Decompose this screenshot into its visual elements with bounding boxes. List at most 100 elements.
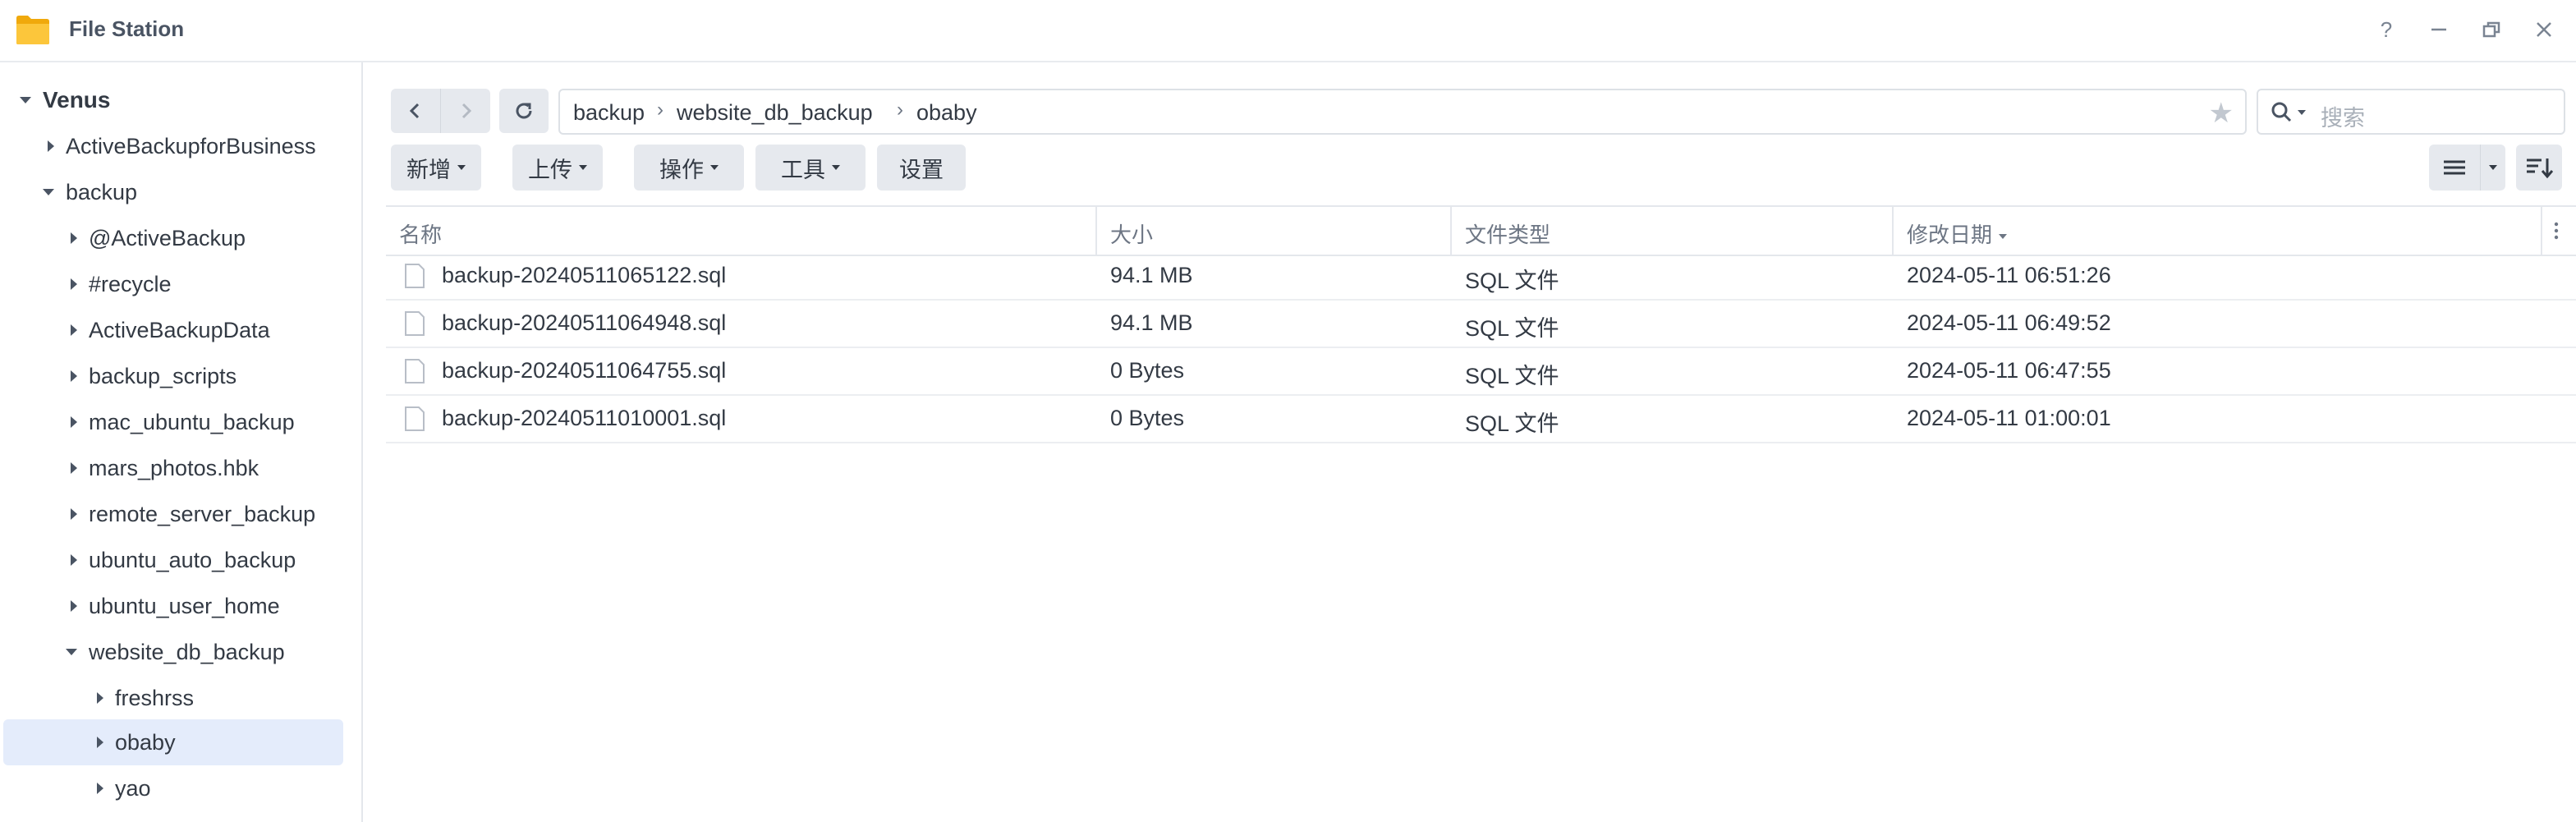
restore-icon[interactable] [2477, 15, 2506, 44]
settings-button[interactable]: 设置 [877, 145, 966, 191]
tree-item-ubuntu-auto-backup[interactable]: ubuntu_auto_backup [3, 539, 343, 581]
expand-arrow-icon[interactable] [48, 140, 54, 152]
back-button[interactable] [391, 89, 440, 133]
tree-item-remote-server-backup[interactable]: remote_server_backup [3, 493, 343, 535]
file-size: 94.1 MB [1110, 263, 1193, 287]
tree-item-label: freshrss [115, 685, 195, 710]
table-row[interactable]: backup-20240511064755.sql 0 Bytes SQL 文件… [386, 348, 2576, 396]
close-icon[interactable] [2529, 15, 2559, 44]
file-type: SQL 文件 [1465, 269, 1559, 293]
search-box[interactable]: 搜索 [2257, 89, 2565, 135]
column-divider[interactable] [1892, 207, 1894, 255]
tools-button[interactable]: 工具 [755, 145, 866, 191]
breadcrumb-website-db-backup[interactable]: website_db_backup [677, 100, 873, 126]
tree-item-label: website_db_backup [89, 639, 285, 664]
tree-root-venus[interactable]: Venus [3, 79, 343, 122]
tree-item-yao[interactable]: yao [3, 767, 343, 810]
file-name: backup-20240511064948.sql [442, 310, 727, 335]
sort-icon [2527, 158, 2553, 179]
file-modified: 2024-05-11 01:00:01 [1907, 406, 2111, 430]
column-menu-icon[interactable] [2552, 220, 2560, 241]
new-button[interactable]: 新增 [391, 145, 481, 191]
expand-arrow-icon[interactable] [71, 324, 77, 336]
file-modified: 2024-05-11 06:49:52 [1907, 310, 2111, 335]
column-header-modified[interactable]: 修改日期 [1907, 218, 2008, 249]
table-row[interactable]: backup-20240511064948.sql 94.1 MB SQL 文件… [386, 301, 2576, 348]
action-button[interactable]: 操作 [634, 145, 744, 191]
tree-item-label: ActiveBackupData [89, 317, 270, 342]
file-name: backup-20240511010001.sql [442, 406, 727, 430]
tree-root-label: Venus [43, 87, 111, 113]
file-size: 94.1 MB [1110, 310, 1193, 335]
folder-app-icon [16, 16, 49, 44]
breadcrumb-obaby[interactable]: obaby [916, 100, 977, 126]
tree-item-mars-photos[interactable]: mars_photos.hbk [3, 447, 343, 489]
column-divider[interactable] [1450, 207, 1452, 255]
sort-button[interactable] [2516, 145, 2562, 191]
expand-arrow-icon[interactable] [71, 554, 77, 566]
column-header-name[interactable]: 名称 [399, 218, 442, 249]
file-icon [405, 359, 425, 383]
collapse-arrow-icon[interactable] [43, 189, 54, 195]
table-row[interactable]: backup-20240511010001.sql 0 Bytes SQL 文件… [386, 396, 2576, 443]
forward-button[interactable] [440, 89, 490, 133]
tree-item-recycle[interactable]: #recycle [3, 263, 343, 305]
minimize-icon[interactable] [2424, 15, 2454, 44]
upload-button[interactable]: 上传 [512, 145, 603, 191]
settings-button-label: 设置 [899, 157, 944, 182]
tree-item-label: ubuntu_user_home [89, 593, 280, 618]
tree-item-label: mac_ubuntu_backup [89, 409, 295, 434]
expand-arrow-icon[interactable] [71, 508, 77, 520]
search-options-caret-icon[interactable] [2298, 110, 2306, 115]
tree-item-mac-ubuntu-backup[interactable]: mac_ubuntu_backup [3, 401, 343, 443]
list-view-button[interactable] [2429, 145, 2480, 191]
folder-tree-sidebar: Venus ActiveBackupforBusiness backup @Ac… [0, 62, 363, 822]
help-icon[interactable]: ? [2372, 15, 2401, 44]
refresh-icon [516, 103, 532, 119]
star-icon[interactable]: ★ [2209, 97, 2234, 130]
tree-item-freshrss[interactable]: freshrss [3, 677, 343, 719]
expand-arrow-icon[interactable] [71, 370, 77, 382]
tree-item-obaby[interactable]: obaby [3, 719, 343, 765]
column-divider[interactable] [2541, 207, 2542, 255]
refresh-button[interactable] [499, 89, 549, 133]
breadcrumb-backup[interactable]: backup [573, 100, 645, 126]
search-input[interactable]: 搜索 [2321, 100, 2365, 132]
tree-item-backup[interactable]: backup [3, 171, 343, 214]
collapse-arrow-icon[interactable] [66, 649, 77, 655]
expand-arrow-icon[interactable] [71, 462, 77, 474]
path-bar[interactable]: backup › website_db_backup › obaby ★ [558, 89, 2247, 135]
file-modified: 2024-05-11 06:51:26 [1907, 263, 2111, 287]
tree-item-label: #recycle [89, 271, 172, 296]
tree-item-label: ubuntu_auto_backup [89, 547, 296, 572]
expand-arrow-icon[interactable] [71, 278, 77, 290]
expand-arrow-icon[interactable] [71, 232, 77, 244]
file-size: 0 Bytes [1110, 406, 1185, 430]
tree-item-label: obaby [115, 729, 176, 755]
search-icon[interactable] [2270, 100, 2293, 123]
view-options-button[interactable] [2480, 145, 2505, 191]
tree-item-backup-scripts[interactable]: backup_scripts [3, 355, 343, 397]
caret-down-icon [579, 165, 587, 170]
column-header-type[interactable]: 文件类型 [1465, 218, 1550, 249]
expand-arrow-icon[interactable] [71, 600, 77, 612]
tree-item-label: mars_photos.hbk [89, 455, 259, 480]
table-row[interactable]: backup-20240511065122.sql 94.1 MB SQL 文件… [386, 253, 2576, 301]
tree-item-activebackupforbusiness[interactable]: ActiveBackupforBusiness [3, 125, 343, 168]
tree-item-website-db-backup[interactable]: website_db_backup [3, 631, 343, 673]
tree-item-activebackupdata[interactable]: ActiveBackupData [3, 309, 343, 351]
tree-item-label: ActiveBackupforBusiness [66, 133, 316, 158]
collapse-arrow-icon[interactable] [20, 97, 31, 103]
expand-arrow-icon[interactable] [97, 692, 103, 704]
expand-arrow-icon[interactable] [97, 737, 103, 748]
expand-arrow-icon[interactable] [71, 416, 77, 428]
file-modified: 2024-05-11 06:47:55 [1907, 358, 2111, 383]
caret-down-icon [832, 165, 840, 170]
expand-arrow-icon[interactable] [97, 783, 103, 794]
column-divider[interactable] [1095, 207, 1097, 255]
chevron-right-icon: › [897, 99, 903, 121]
tree-item-label: yao [115, 775, 151, 801]
tree-item-ubuntu-user-home[interactable]: ubuntu_user_home [3, 585, 343, 627]
tree-item-activebackup[interactable]: @ActiveBackup [3, 217, 343, 259]
column-header-size[interactable]: 大小 [1110, 218, 1153, 249]
